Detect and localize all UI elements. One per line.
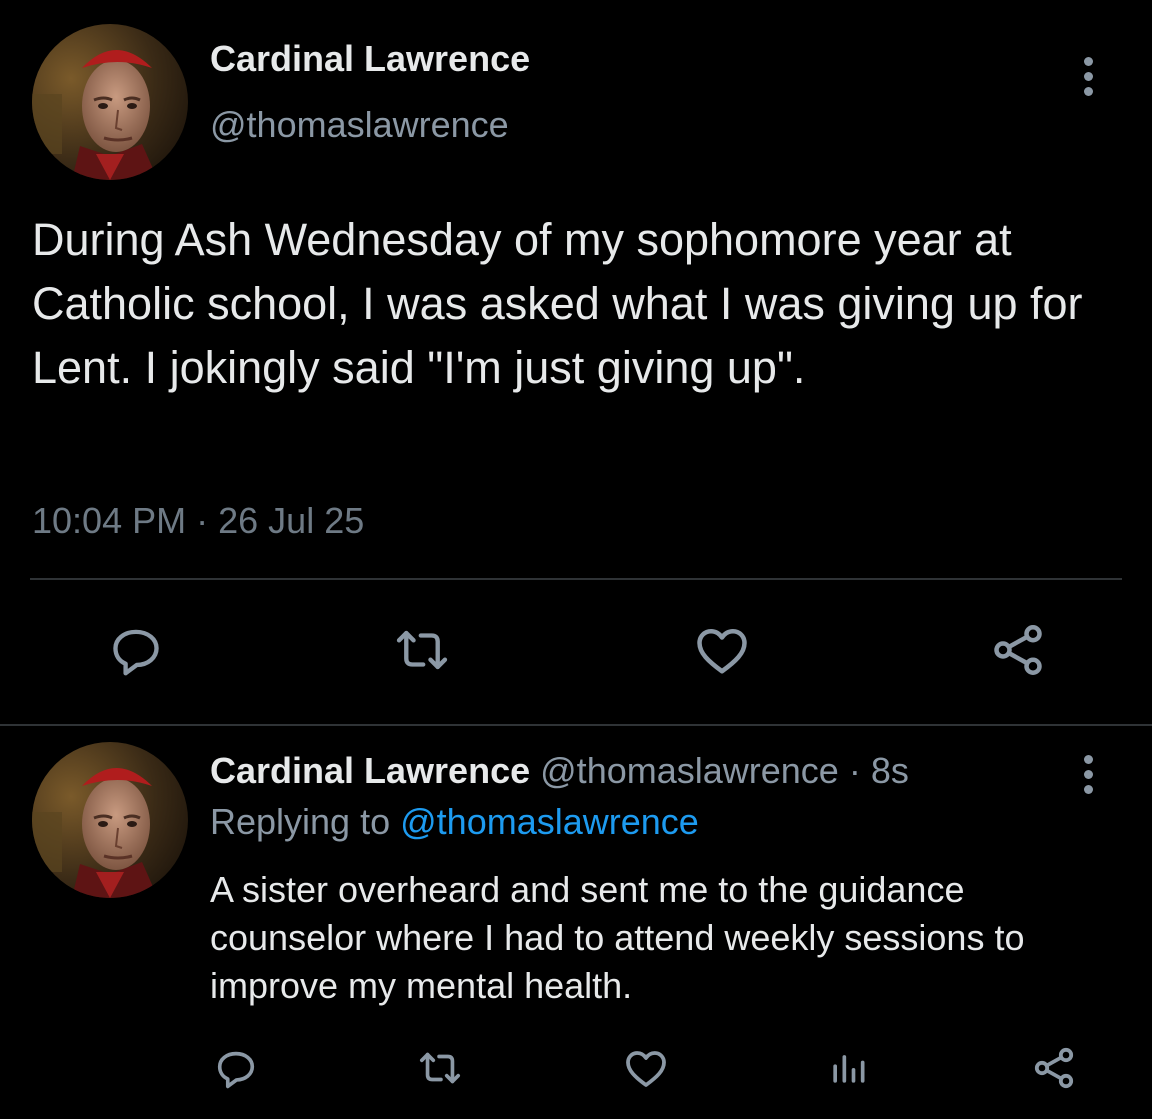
replying-to-mention[interactable]: @thomaslawrence: [400, 801, 699, 842]
reply-author-name[interactable]: Cardinal Lawrence: [210, 750, 530, 791]
reply-share-button[interactable]: [1024, 1040, 1084, 1096]
retweet-icon: [419, 1052, 461, 1084]
replying-prefix: Replying to: [210, 801, 391, 842]
reply-header: Cardinal Lawrence @thomaslawrence · 8s: [210, 750, 909, 792]
reply-tweet-text: A sister overheard and sent me to the gu…: [210, 869, 1025, 1006]
reply-icon: [113, 629, 159, 676]
reply-icon: [217, 1051, 255, 1089]
main-author-avatar[interactable]: [32, 24, 188, 180]
reply-author-handle[interactable]: @thomaslawrence: [540, 750, 839, 791]
share-icon: [994, 625, 1042, 675]
main-tweet-separator: ·: [196, 500, 209, 541]
reply-more-options-icon[interactable]: [1078, 755, 1098, 794]
divider: [30, 578, 1122, 580]
retweet-icon: [396, 630, 448, 670]
main-retweet-button[interactable]: [382, 618, 462, 682]
main-author-handle[interactable]: @thomaslawrence: [210, 104, 509, 146]
reply-age[interactable]: 8s: [871, 750, 909, 791]
main-like-button[interactable]: [686, 618, 758, 682]
like-icon: [697, 629, 747, 674]
reply-author-avatar[interactable]: [32, 742, 188, 898]
like-icon: [626, 1051, 666, 1087]
main-tweet-time: 10:04 PM: [32, 500, 187, 541]
main-tweet-text: During Ash Wednesday of my sophomore yea…: [32, 214, 1083, 393]
reply-reply-button[interactable]: [208, 1040, 264, 1096]
main-author-name[interactable]: Cardinal Lawrence: [210, 38, 530, 80]
reply-like-button[interactable]: [616, 1040, 676, 1096]
divider: [0, 724, 1152, 726]
reply-analytics-button[interactable]: [820, 1040, 876, 1096]
reply-separator: ·: [848, 750, 861, 791]
main-tweet-date: 26 Jul 25: [218, 500, 365, 541]
main-reply-button[interactable]: [100, 618, 172, 682]
analytics-icon: [833, 1055, 865, 1083]
share-icon: [1034, 1047, 1074, 1089]
main-more-options-icon[interactable]: [1078, 57, 1098, 96]
main-share-button[interactable]: [982, 618, 1054, 682]
replying-to-line: Replying to @thomaslawrence: [210, 801, 699, 843]
main-tweet-timestamp[interactable]: 10:04 PM · 26 Jul 25: [32, 500, 364, 542]
reply-retweet-button[interactable]: [408, 1040, 472, 1096]
